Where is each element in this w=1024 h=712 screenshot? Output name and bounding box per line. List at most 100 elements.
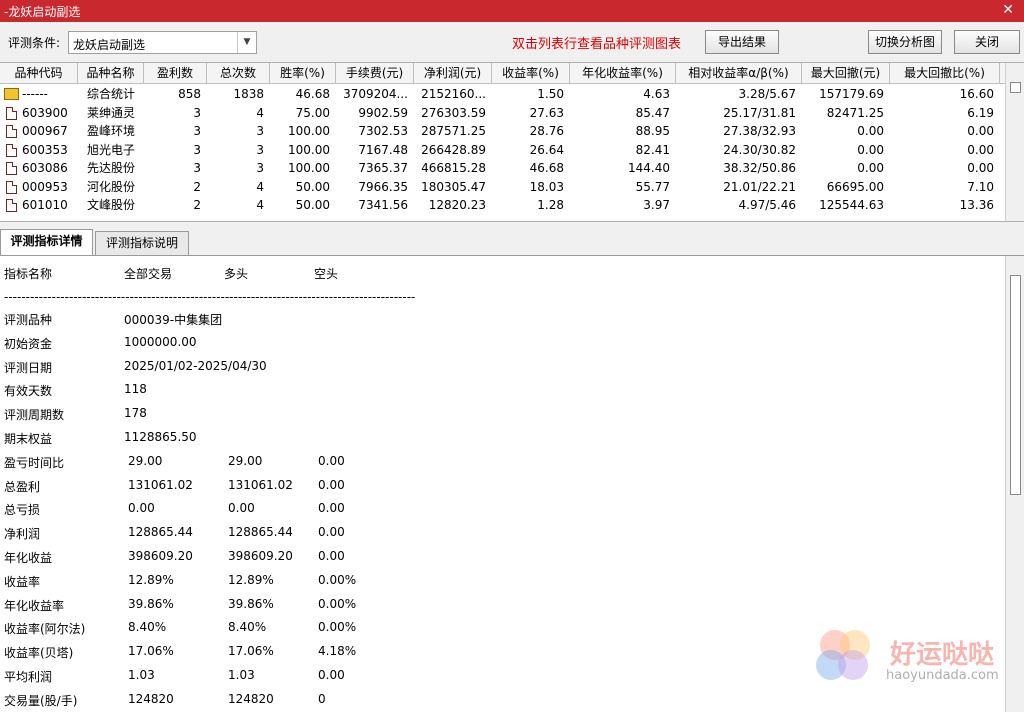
table-row[interactable]: 603086 先达股份 3 3 100.00 7365.37 466815.28 46.68 1… [0,159,1005,177]
cell-rel: 25.17/31.81 [723,105,796,120]
metric-label: 总盈利 [4,479,41,494]
hint-text: 双击列表行查看品种评测图表 [512,37,682,52]
metric-value: 1128865.50 [124,430,197,444]
cell-rate: 50.00 [295,198,330,212]
table-row[interactable]: 600353 旭光电子 3 3 100.00 7167.48 266428.89 26.64 8… [0,141,1005,159]
cell-ret: 1.50 [537,87,564,101]
cell-dd: 66695.00 [826,179,884,194]
export-button[interactable]: 导出结果 [705,30,779,54]
metric-value: 17.06% [228,644,274,659]
column-header[interactable]: 净利润(元) [414,63,492,84]
column-header[interactable]: 品种名称 [78,63,144,84]
metric-value: 1.03 [128,668,155,682]
column-header[interactable]: 相对收益率α/β(%) [676,63,802,84]
cell-ann: 82.41 [635,142,670,157]
document-icon [6,162,17,175]
cell-ddr: 16.60 [959,87,994,101]
cell-profit: 12820.23 [428,198,486,212]
title-bar: -龙妖启动副选 ✕ [0,0,1024,22]
cell-ret: 28.76 [529,124,564,138]
metric-value: 29.00 [128,453,163,468]
cell-ann: 55.77 [635,179,670,194]
cell-fee: 7167.48 [358,142,408,157]
watermark-logo: 好运哒哒 haoyundada.com [810,622,1020,702]
metric-value: 12.89% [128,572,174,587]
tab-details[interactable]: 评测指标详情 [0,229,93,255]
cell-ddr: 0.00 [967,124,994,138]
tab-bar: 评测指标详情 评测指标说明 [0,229,1024,255]
col-header-all: 全部交易 [124,267,173,281]
scrollbar-thumb[interactable] [1010,275,1021,495]
cell-ann: 4.63 [643,87,670,101]
document-icon [6,199,17,212]
cell-profit: 276303.59 [421,105,486,120]
document-icon [6,143,17,157]
cell-rate: 100.00 [288,142,330,157]
table-row[interactable]: 000967 盈峰环境 3 3 100.00 7302.53 287571.25 28.76 8… [0,122,1005,140]
cell-total: 4 [256,105,264,120]
table-row[interactable]: 601010 文峰股份 2 4 50.00 7341.56 12820.23 1.28 3.97… [0,196,1005,214]
column-header[interactable]: 胜率(%) [270,63,336,84]
cell-rel: 38.32/50.86 [723,161,796,175]
table-row[interactable]: 000953 河化股份 2 4 50.00 7966.35 180305.47 18.03 55… [0,178,1005,196]
cell-fee: 3709204... [343,87,408,101]
cell-rate: 46.68 [295,87,330,101]
cell-ann: 3.97 [643,198,670,212]
scrollbar-thumb[interactable] [1010,82,1021,93]
column-header[interactable]: 最大回撤比(%) [890,63,1000,84]
cell-rel: 3.28/5.67 [738,87,796,101]
table-row[interactable]: ------ 综合统计 858 1838 46.68 3709204... 2152160.… [0,85,1005,103]
metric-label: 有效天数 [4,384,53,399]
cell-code: 603900 [22,105,68,120]
metric-label: 总亏损 [4,503,41,518]
cell-code: 000953 [22,179,68,194]
metric-value: 1.03 [228,668,255,682]
column-header[interactable]: 最大回撤(元) [802,63,890,84]
cell-fee: 9902.59 [358,105,408,120]
document-icon [6,106,17,120]
cell-total: 3 [256,124,264,138]
backtest-window: -龙妖启动副选 ✕ 评测条件: 龙妖启动副选 ▼ 双击列表行查看品种评测图表 导… [0,0,1024,712]
column-header[interactable]: 品种代码 [0,63,78,84]
close-button[interactable]: 关闭 [954,30,1020,54]
metric-value: 0.00 [318,501,345,516]
metric-value: 124820 [228,691,274,706]
column-header[interactable]: 收益率(%) [492,63,570,84]
document-icon [6,180,17,194]
cell-dd: 0.00 [857,142,884,157]
cell-win: 3 [193,142,201,157]
cell-ddr: 13.36 [959,198,994,212]
col-header-long: 多头 [224,267,249,281]
cell-win: 3 [193,161,201,175]
tab-explain[interactable]: 评测指标说明 [95,231,189,255]
cell-ddr: 0.00 [967,161,994,175]
cell-total: 3 [256,161,264,175]
close-icon[interactable]: ✕ [1002,2,1014,18]
condition-select[interactable]: 龙妖启动副选 ▼ [68,31,257,54]
condition-value: 龙妖启动副选 [73,38,146,52]
cell-name: 文峰股份 [86,198,135,212]
cell-fee: 7365.37 [358,161,408,175]
cell-dd: 0.00 [857,161,884,175]
table-scrollbar[interactable] [1005,63,1024,221]
cell-ret: 26.64 [529,142,564,157]
column-header[interactable]: 总次数 [207,63,270,84]
column-header[interactable]: 年化收益率(%) [570,63,676,84]
results-table: 品种代码 品种名称 盈利数 总次数 胜率(%) 手续费(元) 净利润(元) 收益率(%) 年化收… [0,62,1024,222]
chevron-down-icon[interactable]: ▼ [237,32,256,53]
metric-value: 0.00 [318,668,345,682]
column-header[interactable]: 盈利数 [144,63,207,84]
switch-chart-button[interactable]: 切换分析图 [868,30,942,54]
table-row[interactable]: 603900 莱绅通灵 3 4 75.00 9902.59 276303.59 27.63 85… [0,104,1005,122]
metric-label: 净利润 [4,527,41,542]
metric-label: 期末权益 [4,432,53,446]
column-header[interactable]: 手续费(元) [336,63,414,84]
cell-total: 1838 [233,87,264,101]
window-title: -龙妖启动副选 [4,5,81,19]
cell-ann: 144.40 [628,161,670,175]
metric-label: 初始资金 [4,336,53,351]
cell-fee: 7341.56 [358,198,408,212]
metric-value: 0.00 [128,501,155,516]
cell-fee: 7302.53 [358,124,408,138]
cell-ret: 18.03 [529,179,564,194]
